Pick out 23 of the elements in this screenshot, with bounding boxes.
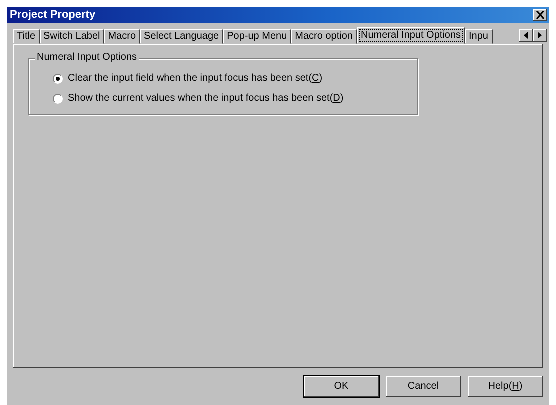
tab[interactable]: Switch Label	[40, 29, 104, 44]
tab[interactable]: Numeral Input Options	[356, 27, 466, 44]
close-button[interactable]	[533, 9, 547, 21]
window-title: Project Property	[10, 9, 96, 21]
dialog-button[interactable]: Help(H)	[468, 376, 543, 397]
tab[interactable]: Inpu	[465, 29, 492, 44]
dialog-button[interactable]: Cancel	[386, 376, 461, 397]
group-title: Numeral Input Options	[35, 52, 140, 63]
radio-label[interactable]: Clear the input field when the input focus has been set(C)	[68, 73, 323, 84]
tab[interactable]: Title	[13, 29, 40, 44]
close-icon	[536, 11, 544, 19]
scroll-right-button[interactable]	[533, 29, 547, 42]
tab[interactable]: Select Language	[140, 29, 224, 44]
left-arrow-icon	[524, 32, 528, 39]
tab[interactable]: Macro option	[291, 29, 357, 44]
tab[interactable]: Macro	[104, 29, 140, 44]
scroll-left-button[interactable]	[519, 29, 533, 42]
radio-label[interactable]: Show the current values when the input focus has been set(D)	[68, 93, 344, 104]
tab[interactable]: Pop-up Menu	[223, 29, 292, 44]
radio-button[interactable]	[53, 94, 63, 104]
dialog-button[interactable]: OK	[304, 376, 379, 397]
right-arrow-icon	[538, 32, 542, 39]
radio-button[interactable]	[53, 74, 63, 84]
